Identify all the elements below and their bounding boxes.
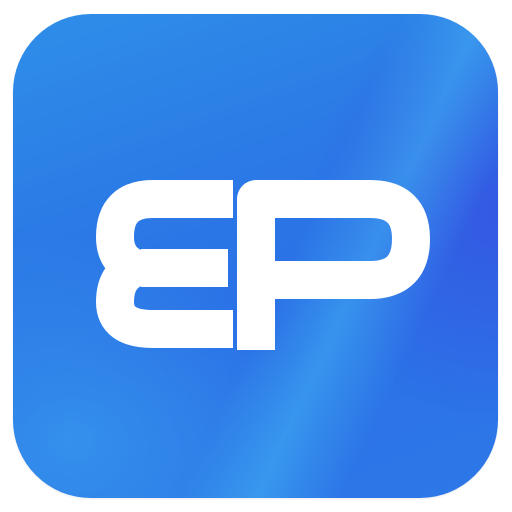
ep-monogram-icon bbox=[96, 180, 430, 350]
letter-p-shape bbox=[237, 180, 430, 350]
app-icon: EP bbox=[13, 14, 498, 498]
canvas: EP bbox=[0, 0, 512, 512]
